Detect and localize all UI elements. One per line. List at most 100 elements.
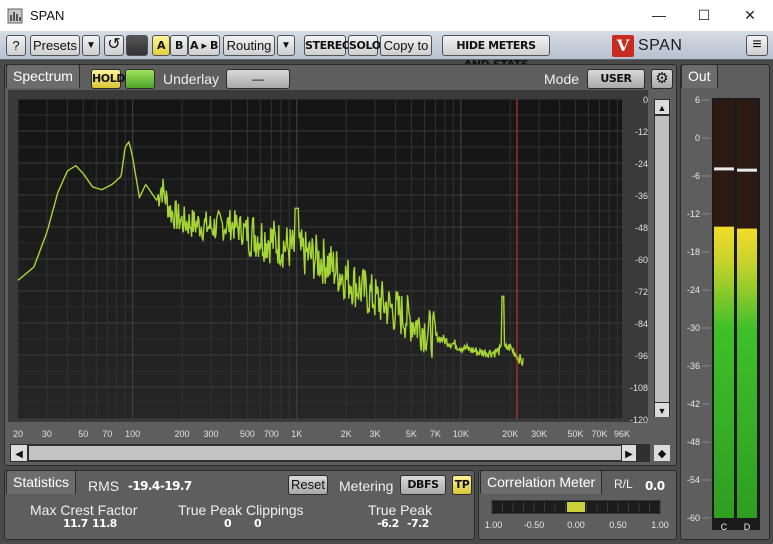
true-peak-label: True Peak — [368, 502, 433, 518]
meter-scale-label: -36 — [687, 361, 700, 371]
db-tick-label: -72 — [635, 287, 648, 297]
meter-right-bar — [737, 228, 757, 519]
brand-logo: V — [612, 35, 634, 57]
metering-select[interactable]: DBFS — [400, 475, 446, 495]
maximize-button[interactable]: ☐ — [681, 0, 727, 31]
frequency-tick-label: 1K — [291, 429, 302, 439]
horizontal-scroll-thumb[interactable] — [29, 446, 621, 460]
undo-icon[interactable]: ↺ — [104, 35, 124, 56]
rms-label: RMS — [88, 478, 120, 494]
out-level-meter: 6 0 -6 -12 -18 -24 -30 -36 -42 -48 -54 -60 C D — [687, 95, 760, 532]
correlation-mode-label[interactable]: R/L — [614, 477, 633, 491]
rms-right-value: -19.7 — [160, 479, 192, 493]
routing-button[interactable]: Routing — [223, 35, 275, 56]
db-tick-label: -36 — [635, 191, 648, 201]
meter-scale-label: -12 — [687, 209, 700, 219]
b-button[interactable]: B — [170, 35, 188, 56]
settings-gear-icon[interactable]: ⚙ — [651, 69, 673, 89]
meter-channel-c-label: C — [721, 522, 728, 532]
hold-color-swatch[interactable] — [125, 69, 155, 89]
correlation-scale-label: -0.50 — [524, 520, 545, 530]
correlation-scale-labels: -1.00 -0.50 0.00 0.50 1.00 — [484, 520, 669, 530]
metering-label: Metering — [339, 478, 394, 494]
meter-scale-label: 0 — [695, 133, 700, 143]
frequency-tick-label: 96K — [614, 429, 630, 439]
correlation-indicator — [567, 502, 585, 512]
frequency-tick-label: 20 — [13, 429, 23, 439]
presets-button[interactable]: Presets — [30, 35, 80, 56]
frequency-tick-label: 50K — [568, 429, 584, 439]
true-peak-right-value: -7.2 — [407, 517, 429, 530]
correlation-value: 0.0 — [645, 479, 665, 493]
frequency-tick-label: 2K — [341, 429, 352, 439]
frequency-tick-label: 7K — [430, 429, 441, 439]
hide-meters-button[interactable]: HIDE METERS AND STATS — [442, 35, 550, 71]
frequency-tick-label: 70K — [591, 429, 607, 439]
brand: V SPAN — [612, 34, 682, 58]
solo-button[interactable]: SOLO — [348, 35, 381, 56]
rms-left-value: -19.4 — [128, 479, 160, 493]
a-to-b-button[interactable]: A ▸ B — [188, 35, 220, 56]
underlay-select[interactable]: — — [226, 69, 290, 89]
frequency-tick-label: 50 — [78, 429, 88, 439]
minimize-button[interactable]: — — [636, 0, 682, 31]
db-tick-label: -24 — [635, 159, 648, 169]
max-crest-right-value: 11.8 — [92, 517, 117, 530]
toolbar: ? Presets ▼ ↺ A B A ▸ B Routing ▼ STEREO… — [0, 31, 773, 71]
spectrum-display: 0 -12 -24 -36 -48 -60 -72 -84 -96 -108 -120 20 30 50… — [8, 90, 670, 462]
correlation-tab[interactable]: Correlation Meter — [480, 470, 603, 494]
statistics-tab[interactable]: Statistics — [6, 470, 77, 494]
db-tick-label: -60 — [635, 255, 648, 265]
a-button[interactable]: A — [152, 35, 170, 56]
scroll-right-icon: ▶ — [625, 449, 633, 460]
redo-button[interactable] — [126, 35, 148, 56]
underlay-label: Underlay — [163, 71, 220, 87]
scroll-down-icon: ▼ — [658, 406, 667, 416]
true-peak-toggle[interactable]: TP — [452, 475, 472, 495]
reset-button[interactable]: Reset — [288, 475, 328, 495]
presets-dropdown-icon[interactable]: ▼ — [82, 35, 100, 56]
copy-to-button[interactable]: Copy to — [380, 35, 432, 56]
frequency-tick-label: 200 — [175, 429, 190, 439]
vertical-scroll-thumb[interactable] — [655, 116, 669, 402]
correlation-scale-label: 1.00 — [651, 520, 669, 530]
window-title: SPAN — [30, 8, 65, 23]
spectrum-tab[interactable]: Spectrum — [6, 64, 80, 88]
corner-icon: ◆ — [658, 448, 667, 460]
routing-dropdown-icon[interactable]: ▼ — [277, 35, 295, 56]
frequency-tick-label: 30 — [42, 429, 52, 439]
frequency-tick-label: 700 — [264, 429, 279, 439]
meter-scale-label: -30 — [687, 323, 700, 333]
meter-channel-d-label: D — [744, 522, 751, 532]
out-tab[interactable]: Out — [681, 64, 718, 88]
db-tick-label: -48 — [635, 223, 648, 233]
db-tick-label: -12 — [635, 127, 648, 137]
close-button[interactable]: ✕ — [727, 0, 773, 31]
db-tick-label: 0 — [643, 95, 648, 105]
menu-icon[interactable]: ≡ — [746, 35, 768, 56]
true-peak-clippings-right-value: 0 — [254, 517, 262, 530]
meter-scale-label: -24 — [687, 285, 700, 295]
db-tick-label: -108 — [630, 383, 648, 393]
meter-scale-label: 6 — [695, 95, 700, 105]
true-peak-clippings-left-value: 0 — [224, 517, 232, 530]
frequency-tick-label: 500 — [240, 429, 255, 439]
frequency-axis-labels: 20 30 50 70 100 200 300 500 700 1K 2K 3K 5K 7K 10K 20K 3… — [13, 429, 630, 439]
correlation-scale-label: -1.00 — [484, 520, 502, 530]
meter-scale-label: -48 — [687, 437, 700, 447]
frequency-tick-label: 5K — [406, 429, 417, 439]
help-button[interactable]: ? — [6, 35, 26, 56]
spectrum-grid — [17, 98, 622, 420]
app-icon — [7, 8, 23, 24]
db-tick-label: -96 — [635, 351, 648, 361]
meter-scale-label: -54 — [687, 475, 700, 485]
hold-button[interactable]: HOLD — [91, 69, 126, 89]
meter-scale-label: -60 — [687, 513, 700, 523]
stereo-button[interactable]: STEREO — [304, 35, 351, 56]
true-peak-left-value: -6.2 — [377, 517, 399, 530]
frequency-tick-label: 300 — [203, 429, 218, 439]
frequency-tick-label: 20K — [502, 429, 518, 439]
title-bar: SPAN — ☐ ✕ — [0, 0, 773, 31]
frequency-tick-label: 100 — [125, 429, 140, 439]
mode-select[interactable]: USER — [587, 69, 645, 89]
